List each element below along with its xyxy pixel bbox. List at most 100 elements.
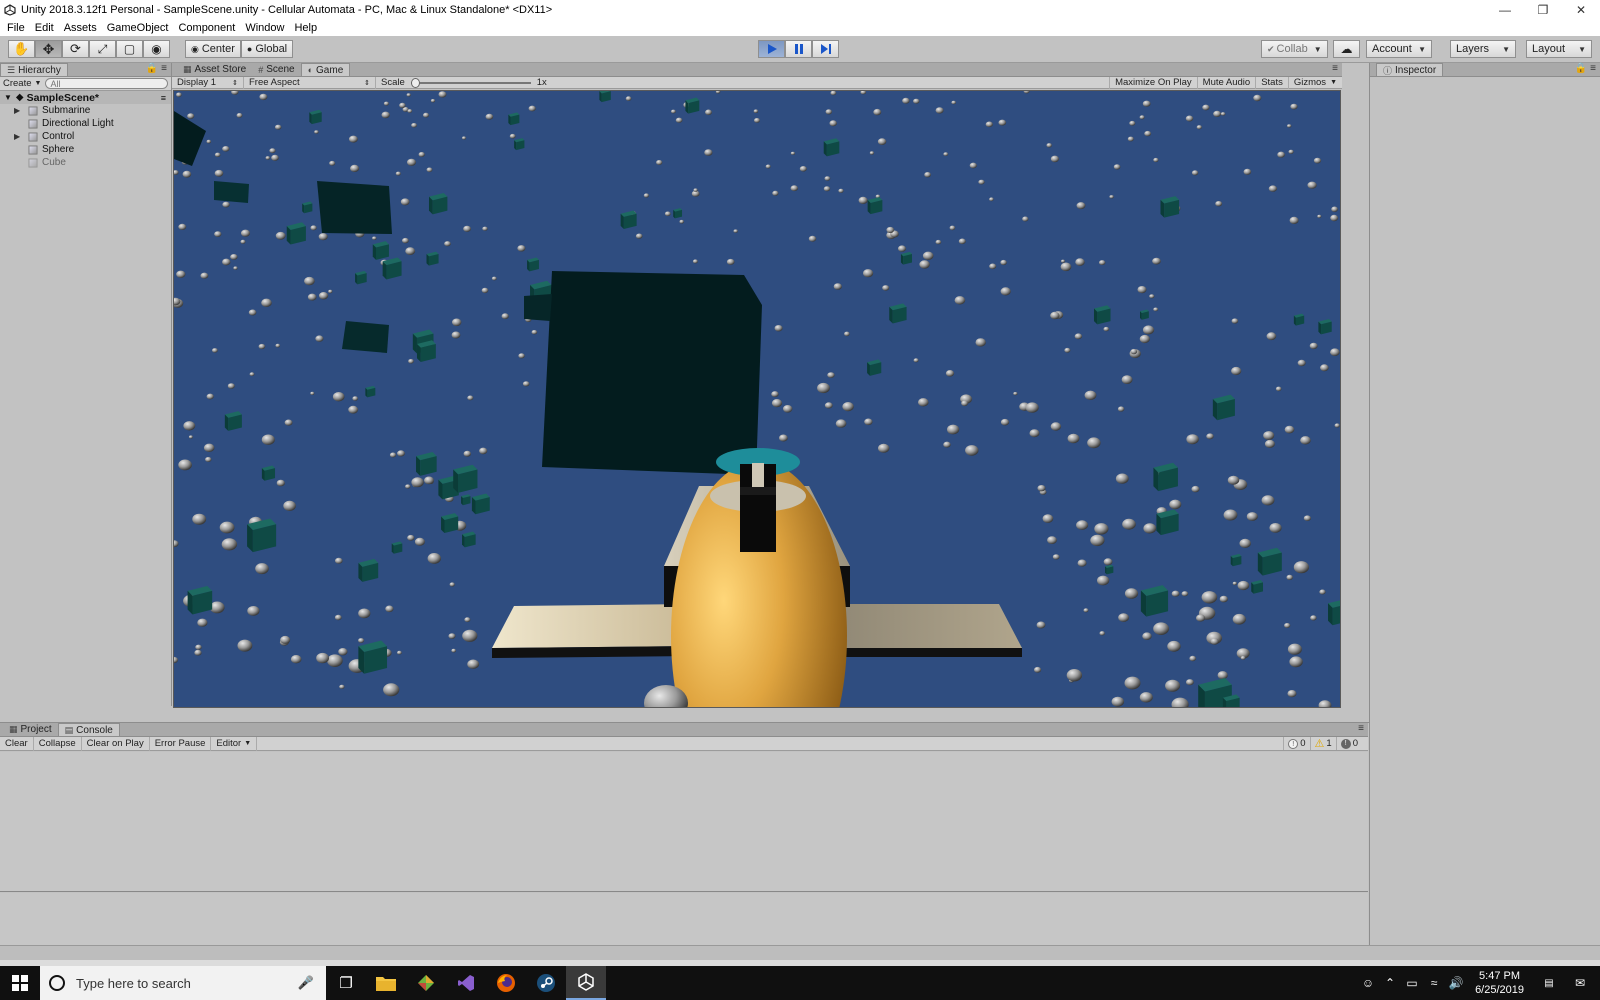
play-button[interactable] (758, 40, 785, 58)
floating-cube (416, 451, 437, 476)
hierarchy-item-cube[interactable]: Cube (0, 156, 171, 169)
tab-inspector[interactable]: ⓘ Inspector (1376, 63, 1444, 76)
volume-icon[interactable]: 🔊 (1445, 976, 1467, 990)
aspect-dropdown[interactable]: Free Aspect ⇕ (244, 76, 376, 89)
layout-dropdown[interactable]: Layout ▼ (1526, 40, 1592, 58)
clock[interactable]: 5:47 PM 6/25/2019 (1475, 969, 1524, 997)
start-button[interactable] (0, 966, 40, 1000)
hierarchy-search-input[interactable] (45, 78, 169, 89)
microphone-icon[interactable]: 🎤 (298, 975, 314, 991)
restore-button[interactable]: ❐ (1524, 0, 1562, 19)
notifications-icon[interactable]: ✉ (1560, 976, 1600, 990)
gameobject-icon (28, 132, 38, 141)
menu-component[interactable]: Component (173, 22, 240, 34)
clear-on-play-toggle[interactable]: Clear on Play (82, 736, 150, 751)
asteroid-sphere (924, 172, 931, 178)
asteroid-sphere (448, 633, 456, 639)
asteroid-sphere (1130, 348, 1138, 355)
create-dropdown[interactable]: Create ▼ (3, 78, 41, 89)
gizmos-dropdown[interactable]: Gizmos ▼ (1289, 77, 1342, 89)
asteroid-sphere (958, 238, 966, 245)
stats-toggle[interactable]: Stats (1256, 76, 1289, 89)
tab-asset-store[interactable]: ▦ Asset Store (177, 63, 252, 76)
taskbar-visual-studio[interactable] (446, 966, 486, 1000)
ime-icon[interactable]: ▤ (1538, 978, 1560, 989)
log-count-toggle[interactable]: ! 0 (1283, 737, 1309, 750)
rotate-tool-button[interactable]: ⟳ (62, 40, 89, 58)
rect-tool-button[interactable]: ▢ (116, 40, 143, 58)
scene-menu-icon[interactable]: ≡ (161, 93, 166, 103)
menu-assets[interactable]: Assets (59, 22, 102, 34)
game-viewport[interactable] (173, 90, 1341, 708)
hierarchy-item-submarine[interactable]: ▶ Submarine (0, 104, 171, 117)
panel-menu-icon[interactable]: 🔒 ≡ (1575, 63, 1596, 74)
taskbar-firefox[interactable] (486, 966, 526, 1000)
menu-window[interactable]: Window (240, 22, 289, 34)
menu-file[interactable]: File (2, 22, 30, 34)
tab-game[interactable]: ◐ Game (300, 63, 351, 76)
hierarchy-item-control[interactable]: ▶ Control (0, 130, 171, 143)
battery-icon[interactable]: ▭ (1401, 976, 1423, 990)
layers-dropdown[interactable]: Layers ▼ (1450, 40, 1516, 58)
pause-button[interactable] (785, 40, 812, 58)
mute-audio-toggle[interactable]: Mute Audio (1198, 76, 1257, 89)
taskbar-steam[interactable] (526, 966, 566, 1000)
taskbar-git-app[interactable] (406, 966, 446, 1000)
chevron-up-icon[interactable]: ⌃ (1379, 976, 1401, 990)
maximize-on-play-toggle[interactable]: Maximize On Play (1109, 76, 1198, 89)
hand-tool-button[interactable]: ✋ (8, 40, 35, 58)
warning-count-toggle[interactable]: ⚠ 1 (1309, 737, 1336, 750)
panel-menu-icon[interactable]: ≡ (1358, 723, 1364, 734)
close-button[interactable]: ✕ (1562, 0, 1600, 19)
display-dropdown[interactable]: Display 1 ⇕ (172, 76, 244, 89)
scale-tool-button[interactable]: ⤢ (89, 40, 116, 58)
minimize-button[interactable]: — (1486, 0, 1524, 19)
tab-console[interactable]: ▤ Console (57, 723, 120, 736)
error-pause-toggle[interactable]: Error Pause (150, 736, 212, 751)
floating-cube (685, 97, 700, 114)
people-icon[interactable]: ☺ (1357, 976, 1379, 990)
asteroid-sphere (485, 113, 494, 120)
expand-arrow-icon[interactable]: ▶ (14, 106, 28, 115)
transform-tool-button[interactable]: ◉ (143, 40, 170, 58)
hierarchy-item-sphere[interactable]: Sphere (0, 143, 171, 156)
error-count-toggle[interactable]: ! 0 (1335, 737, 1362, 750)
taskbar-search[interactable]: Type here to search 🎤 (40, 966, 326, 1000)
pivot-space-button[interactable]: ● Global (240, 40, 294, 58)
task-view-icon: ❐ (339, 975, 353, 992)
move-tool-button[interactable]: ✥ (35, 40, 62, 58)
task-view-button[interactable]: ❐ (326, 966, 366, 1000)
tab-hierarchy[interactable]: ☰ Hierarchy (0, 63, 68, 76)
console-detail-area[interactable] (0, 893, 1368, 945)
clear-button[interactable]: Clear (0, 736, 34, 751)
asteroid-sphere (1239, 538, 1251, 548)
pivot-mode-button[interactable]: ◉ Center (185, 40, 241, 58)
asteroid-sphere (1000, 418, 1010, 426)
tab-scene[interactable]: # Scene (252, 63, 300, 76)
collapse-toggle[interactable]: Collapse (34, 736, 82, 751)
menu-edit[interactable]: Edit (30, 22, 59, 34)
asteroid-sphere (1297, 359, 1306, 367)
menu-help[interactable]: Help (289, 22, 322, 34)
cloud-button[interactable]: ☁ (1333, 40, 1360, 58)
expand-arrow-icon[interactable]: ▶ (14, 132, 28, 141)
taskbar-file-explorer[interactable] (366, 966, 406, 1000)
wifi-icon[interactable]: ≈ (1423, 976, 1445, 990)
editor-dropdown[interactable]: Editor ▼ (211, 736, 258, 751)
menu-gameobject[interactable]: GameObject (102, 22, 174, 34)
panel-menu-icon[interactable]: 🔒 ≡ (146, 63, 167, 74)
account-dropdown[interactable]: Account ▼ (1366, 40, 1432, 58)
floating-cube (372, 241, 389, 260)
step-button[interactable] (812, 40, 839, 58)
scale-slider[interactable] (410, 77, 531, 88)
panel-menu-icon[interactable]: ≡ (1332, 63, 1338, 74)
console-log-list[interactable] (0, 752, 1368, 892)
expand-arrow-icon[interactable]: ▼ (4, 93, 12, 102)
collab-button[interactable]: ✔ Collab ▼ (1261, 40, 1328, 58)
hierarchy-item-directional-light[interactable]: Directional Light (0, 117, 171, 130)
taskbar-unity[interactable] (566, 966, 606, 1000)
tab-project[interactable]: ▦ Project (3, 723, 58, 736)
asteroid-sphere (397, 450, 405, 457)
scene-name: SampleScene* (26, 91, 99, 104)
scene-row[interactable]: ▼ ◆ SampleScene* ≡ (0, 91, 171, 104)
